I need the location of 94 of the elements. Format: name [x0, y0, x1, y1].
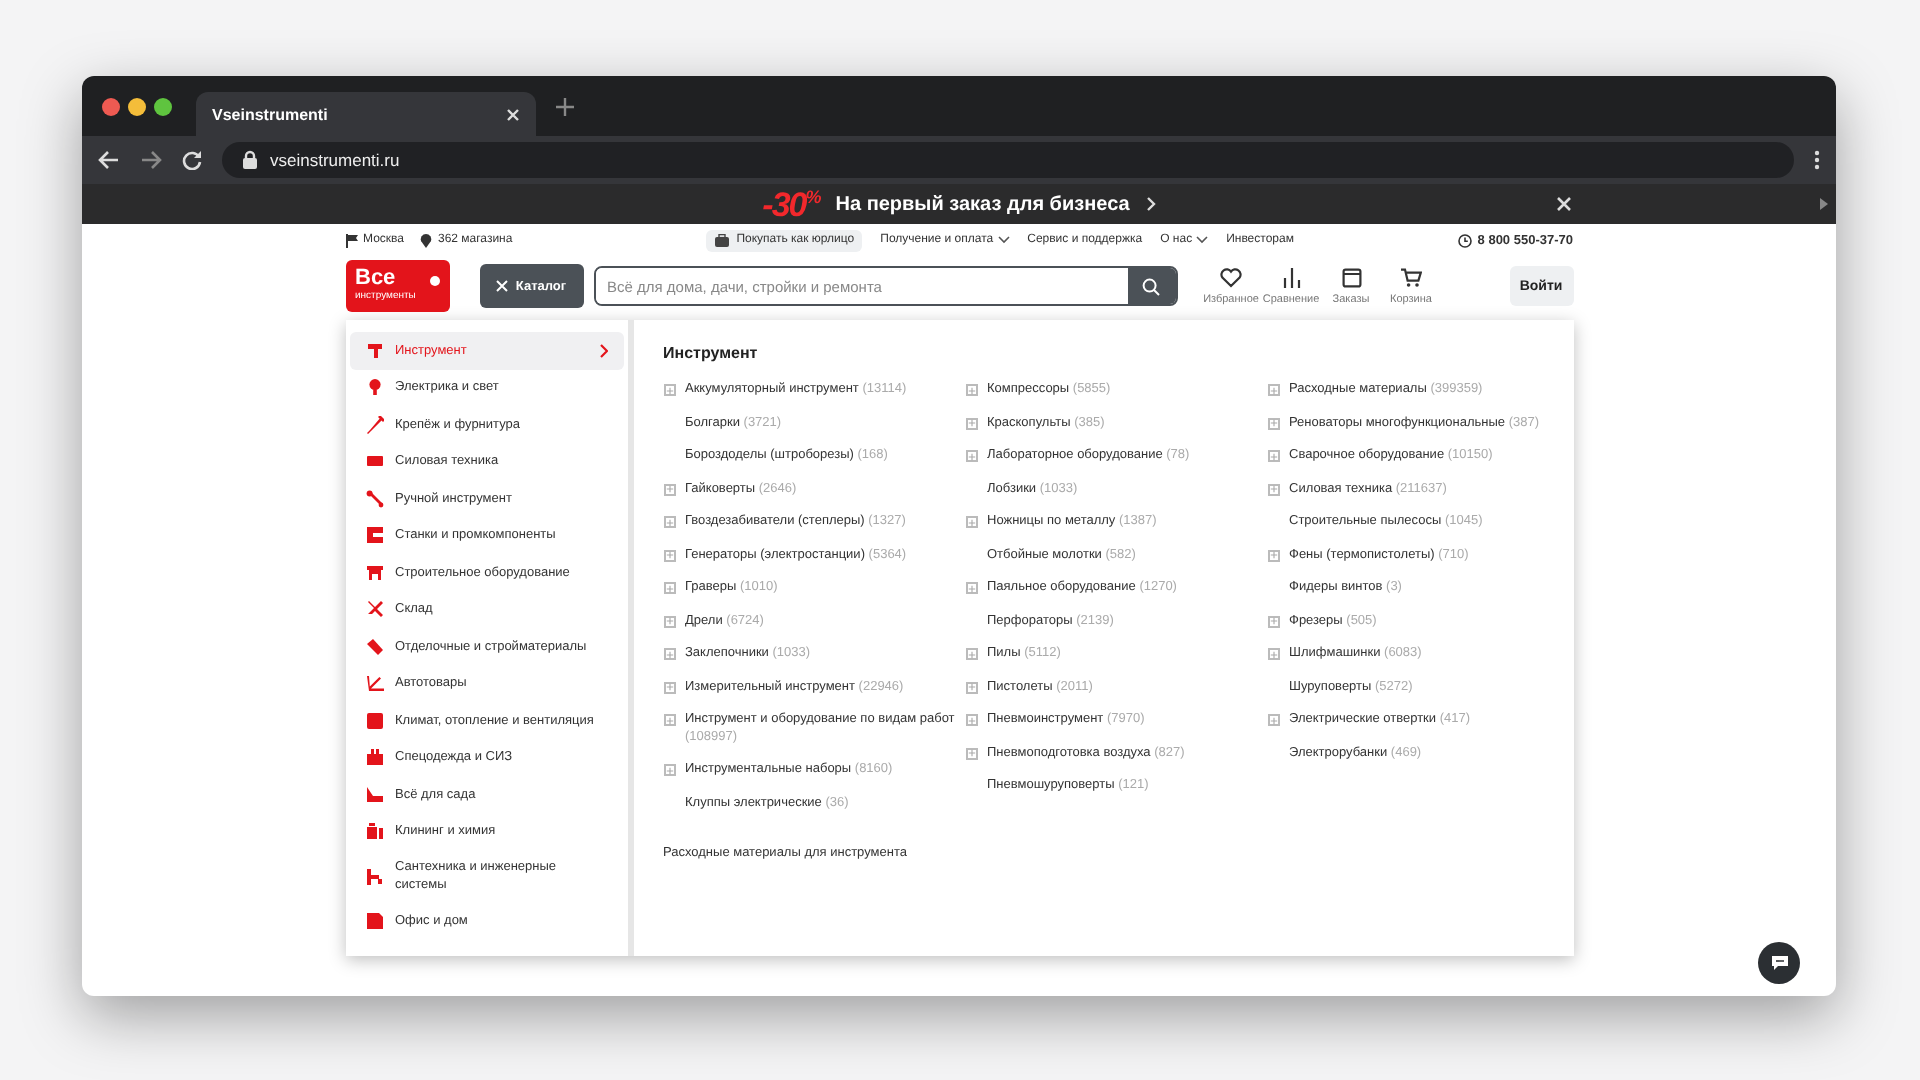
expand-icon[interactable] — [663, 516, 675, 528]
plus-icon — [665, 385, 673, 395]
expand-icon[interactable] — [1267, 417, 1279, 429]
browser-tab[interactable]: Vseinstrumenti — [196, 92, 536, 136]
plus-icon — [665, 616, 673, 626]
plus-icon — [1269, 616, 1277, 626]
expand-icon[interactable] — [663, 483, 675, 495]
expand-icon[interactable] — [965, 681, 977, 693]
plus-icon — [1269, 715, 1277, 725]
document-icon — [365, 911, 383, 930]
flag-icon — [345, 233, 357, 247]
plus-icon — [1269, 451, 1277, 461]
forward-icon[interactable] — [140, 150, 162, 170]
back-icon[interactable] — [98, 150, 120, 170]
section-title: Инструмент — [663, 344, 758, 362]
new-tab-icon[interactable] — [556, 97, 574, 115]
plus-icon — [1269, 385, 1277, 395]
expand-icon[interactable] — [965, 582, 977, 594]
plus-icon — [967, 748, 975, 758]
plus-icon — [967, 451, 975, 461]
expand-icon[interactable] — [663, 549, 675, 561]
plus-icon — [967, 649, 975, 659]
plus-icon — [665, 517, 673, 527]
expand-icon[interactable] — [663, 764, 675, 776]
bulb-icon — [365, 378, 383, 397]
expand-icon[interactable] — [663, 384, 675, 396]
expand-icon[interactable] — [1267, 450, 1279, 462]
tab-title: Vseinstrumenti — [212, 105, 328, 123]
chat-button[interactable] — [1758, 942, 1800, 984]
expand-icon[interactable] — [965, 747, 977, 759]
address-bar[interactable]: vseinstrumenti.ru — [222, 142, 1794, 178]
search-button[interactable] — [1127, 268, 1175, 304]
plus-icon — [1269, 418, 1277, 428]
expand-icon[interactable] — [1267, 549, 1279, 561]
expand-icon[interactable] — [663, 714, 675, 726]
expand-icon[interactable] — [663, 648, 675, 660]
plus-icon — [1269, 649, 1277, 659]
briefcase-icon — [714, 233, 731, 247]
box-icon — [1341, 267, 1361, 287]
expand-icon[interactable] — [1267, 714, 1279, 726]
plus-icon — [967, 715, 975, 725]
search-icon — [1142, 277, 1160, 295]
expand-icon[interactable] — [1267, 483, 1279, 495]
plus-icon — [665, 649, 673, 659]
plus-icon — [665, 550, 673, 560]
heart-icon — [1220, 267, 1242, 287]
plus-icon — [967, 682, 975, 692]
discount-label: -30$^{%}$ — [762, 187, 820, 221]
caret-icon — [1196, 236, 1209, 244]
expand-icon[interactable] — [965, 714, 977, 726]
url-text: vseinstrumenti.ru — [270, 150, 400, 170]
cart-icon — [1400, 267, 1422, 287]
expand-icon[interactable] — [965, 450, 977, 462]
expand-icon[interactable] — [965, 648, 977, 660]
caret-icon — [997, 236, 1010, 244]
plus-icon — [967, 418, 975, 428]
close-window-icon[interactable] — [102, 97, 120, 115]
expand-icon[interactable] — [1267, 615, 1279, 627]
chevron-right-icon[interactable] — [1145, 196, 1156, 212]
chevron-right-icon — [599, 343, 607, 358]
expand-icon[interactable] — [965, 384, 977, 396]
expand-icon[interactable] — [1267, 648, 1279, 660]
clock-icon — [1457, 233, 1472, 247]
plus-icon — [967, 517, 975, 527]
chat-icon — [1769, 954, 1789, 972]
minimize-window-icon[interactable] — [128, 97, 146, 115]
lock-icon — [242, 150, 258, 170]
plus-icon — [1269, 484, 1277, 494]
plus-icon — [967, 583, 975, 593]
more-menu-icon[interactable] — [1814, 150, 1820, 170]
expand-icon[interactable] — [663, 681, 675, 693]
expand-icon[interactable] — [663, 615, 675, 627]
plus-icon — [665, 765, 673, 775]
close-icon — [495, 280, 508, 292]
triangle-icon[interactable] — [1820, 198, 1828, 210]
plus-icon — [665, 682, 673, 692]
expand-icon[interactable] — [1267, 384, 1279, 396]
plus-icon — [665, 715, 673, 725]
close-icon[interactable] — [1556, 196, 1572, 212]
wrench-icon — [365, 489, 383, 508]
expand-icon[interactable] — [965, 516, 977, 528]
maximize-window-icon[interactable] — [154, 97, 172, 115]
map-pin-icon — [419, 233, 432, 247]
expand-icon[interactable] — [663, 582, 675, 594]
plus-icon — [967, 385, 975, 395]
promo-text[interactable]: На первый заказ для бизнеса — [835, 193, 1130, 215]
screw-icon — [365, 415, 383, 434]
plus-icon — [665, 583, 673, 593]
bar-chart-icon — [1281, 267, 1301, 287]
plus-icon — [1269, 550, 1277, 560]
plus-icon — [665, 484, 673, 494]
expand-icon[interactable] — [965, 417, 977, 429]
reload-icon[interactable] — [182, 150, 202, 170]
close-icon[interactable] — [506, 107, 520, 121]
